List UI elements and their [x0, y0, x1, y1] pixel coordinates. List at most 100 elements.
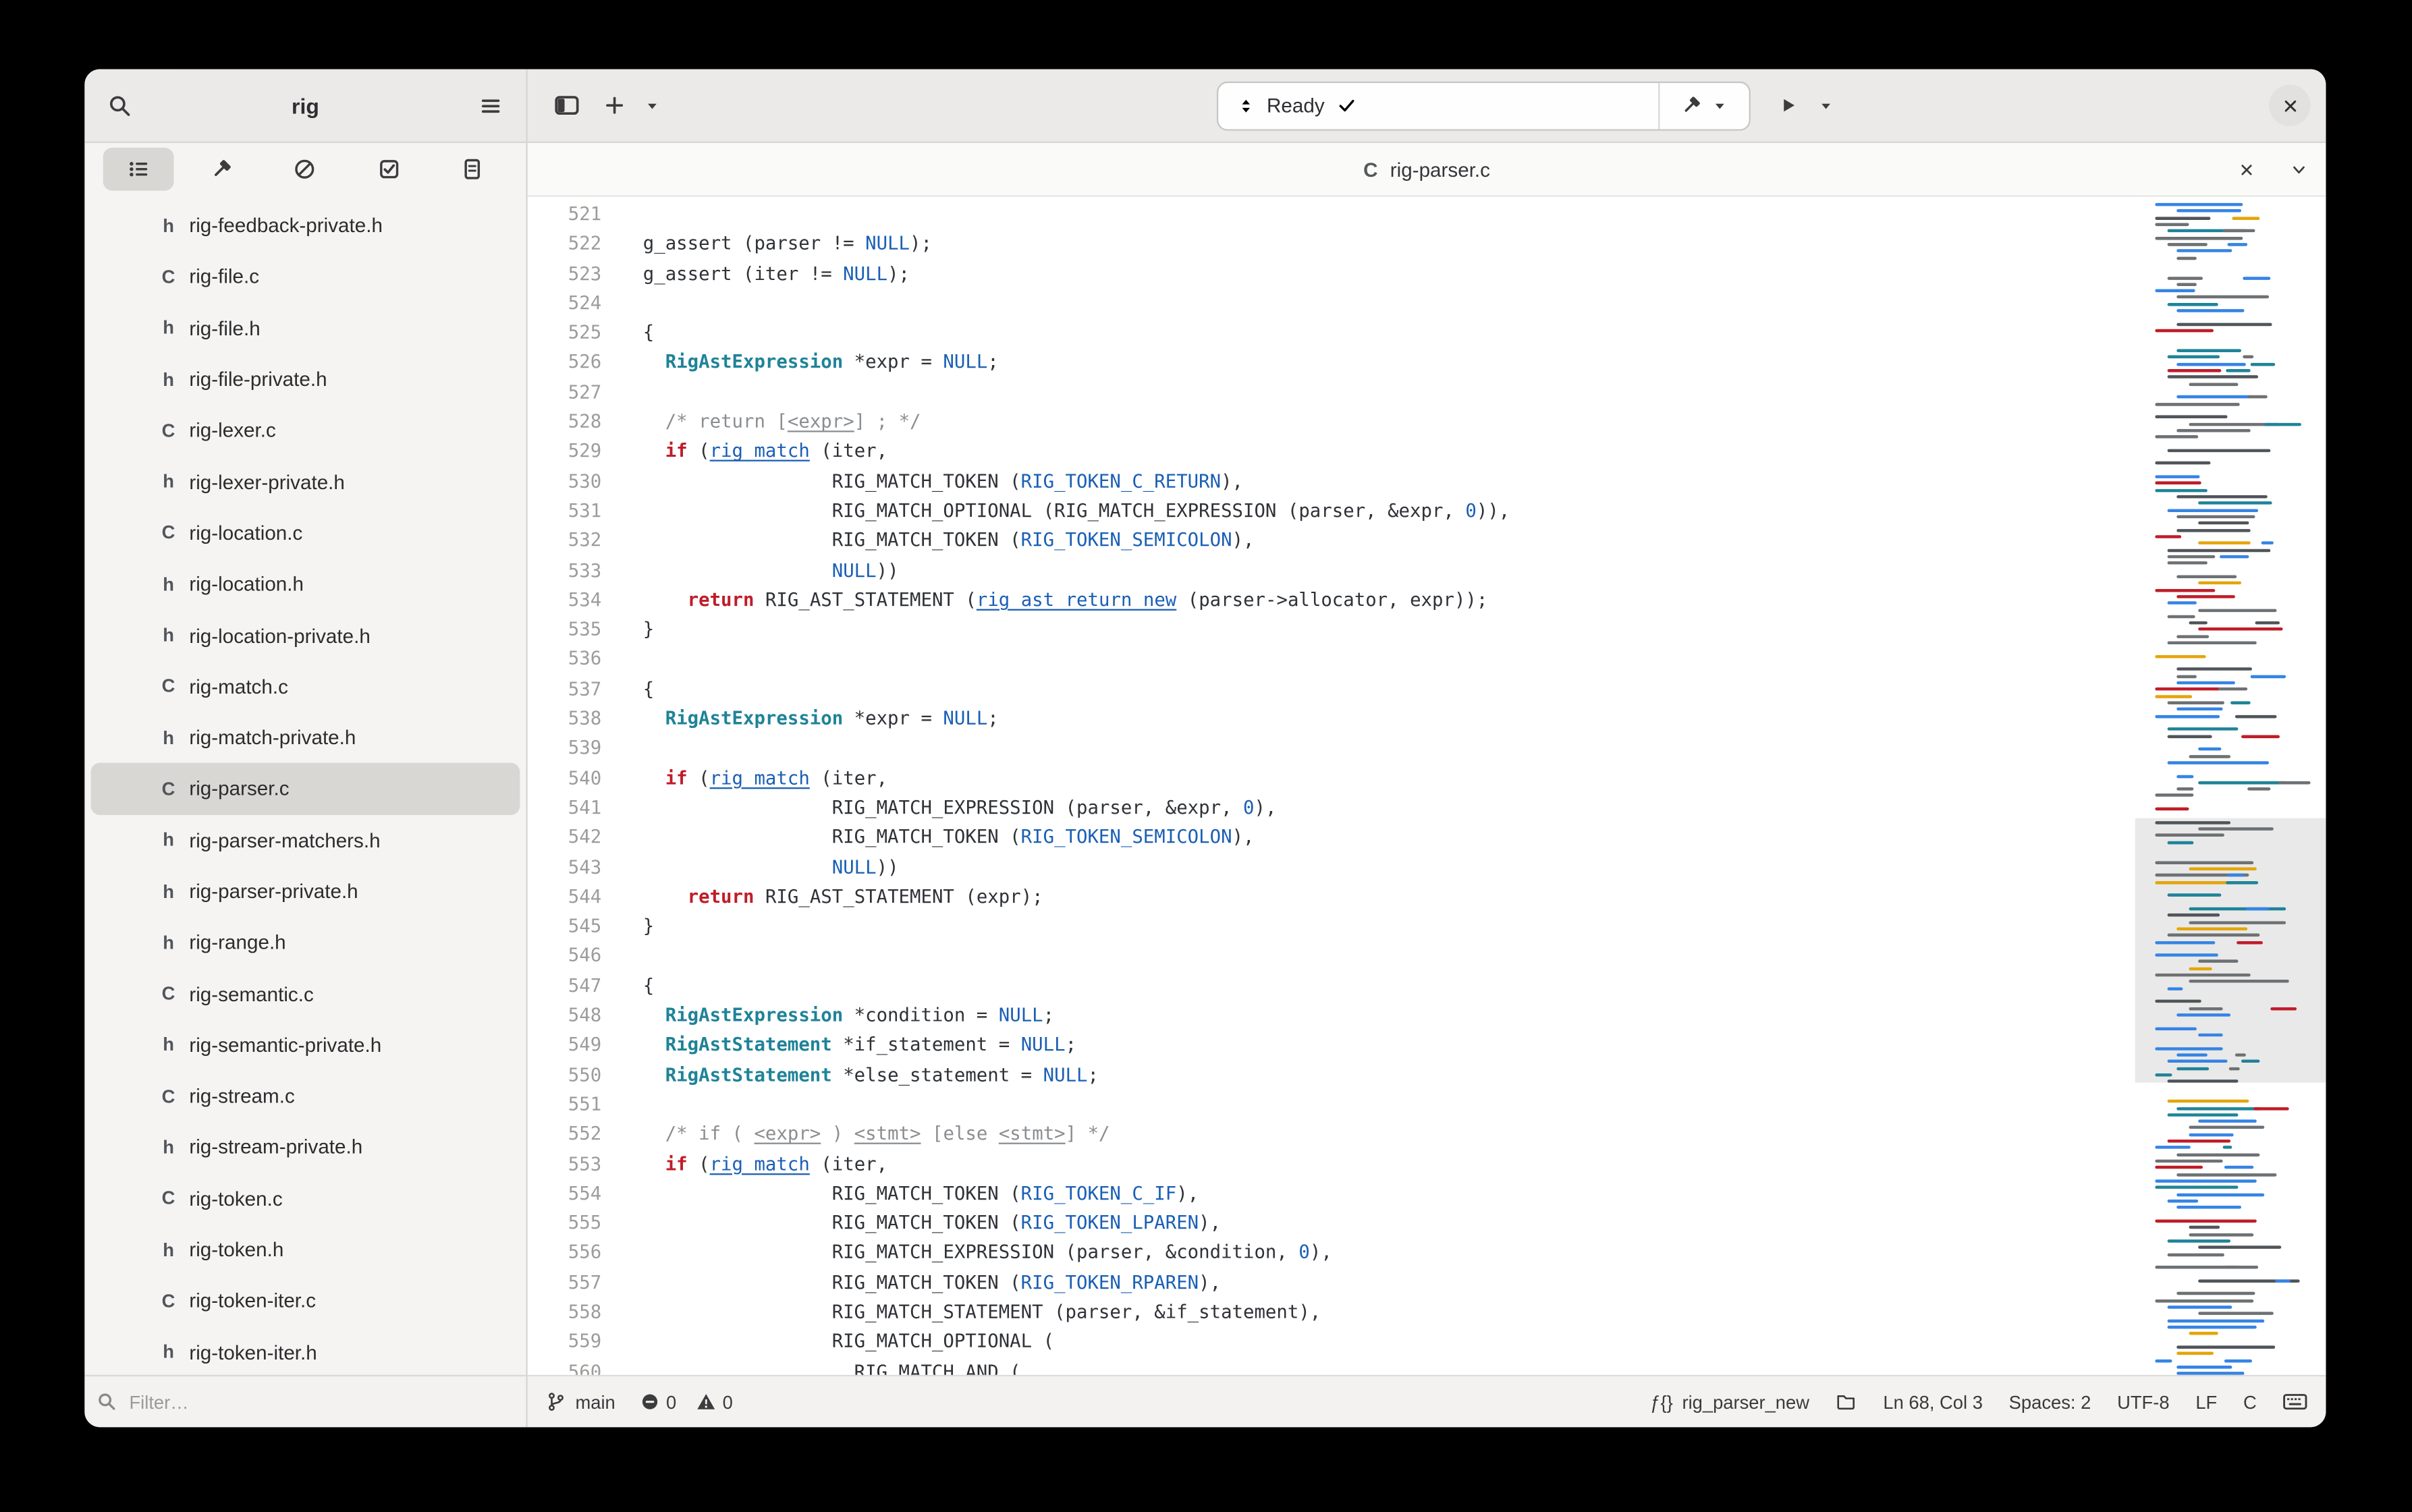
- tab-list-button[interactable]: [2283, 154, 2314, 185]
- filter-input[interactable]: [126, 1389, 514, 1414]
- file-item[interactable]: h rig-feedback-private.h: [90, 200, 520, 251]
- code-line[interactable]: 531 RIG_MATCH_OPTIONAL (RIG_MATCH_EXPRES…: [528, 497, 2126, 526]
- code-line[interactable]: 537 {: [528, 675, 2126, 704]
- file-item[interactable]: h rig-lexer-private.h: [90, 456, 520, 507]
- view-build-button[interactable]: [187, 148, 258, 191]
- code-line[interactable]: 532 RIG_MATCH_TOKEN (RIG_TOKEN_SEMICOLON…: [528, 526, 2126, 556]
- code-line[interactable]: 549 RigAstStatement *if_statement = NULL…: [528, 1031, 2126, 1061]
- code-line[interactable]: 522 g_assert (parser != NULL);: [528, 229, 2126, 259]
- warnings-button[interactable]: 0: [695, 1391, 733, 1413]
- code-line[interactable]: 557 RIG_MATCH_TOKEN (RIG_TOKEN_RPAREN),: [528, 1268, 2126, 1298]
- code-line[interactable]: 543 NULL)): [528, 853, 2126, 883]
- file-item[interactable]: h rig-file.h: [90, 302, 520, 354]
- code-line[interactable]: 528 /* return [<expr>] ; */: [528, 408, 2126, 437]
- code-line[interactable]: 524: [528, 289, 2126, 318]
- code-line[interactable]: 548 RigAstExpression *condition = NULL;: [528, 1001, 2126, 1031]
- encoding-button[interactable]: UTF-8: [2117, 1391, 2169, 1413]
- code-line[interactable]: 535}: [528, 615, 2126, 645]
- toggle-sidebar-button[interactable]: [543, 82, 589, 128]
- search-button[interactable]: [97, 82, 143, 128]
- code-line[interactable]: 533 NULL)): [528, 556, 2126, 586]
- file-item[interactable]: Crig-semantic.c: [90, 968, 520, 1019]
- build-status-button[interactable]: Ready: [1217, 94, 1657, 117]
- code-line[interactable]: 539: [528, 734, 2126, 764]
- code-line[interactable]: 560 RIG_MATCH_AND (: [528, 1357, 2126, 1374]
- view-diagnostics-button[interactable]: [270, 148, 341, 191]
- errors-button[interactable]: 0: [640, 1391, 676, 1413]
- code-line[interactable]: 556 RIG_MATCH_EXPRESSION (parser, &condi…: [528, 1239, 2126, 1268]
- minimap[interactable]: [2135, 196, 2326, 1375]
- line-ending-button[interactable]: LF: [2195, 1391, 2217, 1413]
- file-item[interactable]: h rig-parser-matchers.h: [90, 814, 520, 866]
- file-list: h rig-feedback-private.h Crig-file.c h rig-f…: [84, 195, 526, 1374]
- code-line[interactable]: 538 RigAstExpression *expr = NULL;: [528, 704, 2126, 734]
- git-branch-button[interactable]: main: [546, 1391, 615, 1413]
- code-line[interactable]: 530 RIG_MATCH_TOKEN (RIG_TOKEN_C_RETURN)…: [528, 467, 2126, 497]
- project-folder-button[interactable]: [1836, 1392, 1857, 1412]
- code-line[interactable]: 546: [528, 942, 2126, 972]
- code-line[interactable]: 521: [528, 200, 2126, 229]
- code-line[interactable]: 559 RIG_MATCH_OPTIONAL (: [528, 1328, 2126, 1357]
- run-menu-button[interactable]: [1811, 82, 1839, 128]
- menu-button[interactable]: [468, 82, 514, 128]
- code-line[interactable]: 550 RigAstStatement *else_statement = NU…: [528, 1061, 2126, 1090]
- code-text: g_assert (iter != NULL);: [642, 262, 910, 284]
- code-line[interactable]: 555 RIG_MATCH_TOKEN (RIG_TOKEN_LPAREN),: [528, 1209, 2126, 1239]
- file-item[interactable]: Crig-file.c: [90, 251, 520, 302]
- new-tab-menu-button[interactable]: [638, 82, 666, 128]
- code-line[interactable]: 526 RigAstExpression *expr = NULL;: [528, 348, 2126, 378]
- file-item[interactable]: Crig-token.c: [90, 1173, 520, 1224]
- view-outline-button[interactable]: [103, 147, 174, 191]
- code-line[interactable]: 527: [528, 378, 2126, 408]
- code-line[interactable]: 554 RIG_MATCH_TOKEN (RIG_TOKEN_C_IF),: [528, 1179, 2126, 1209]
- tab-close-button[interactable]: [2230, 154, 2262, 185]
- cursor-position-button[interactable]: Ln 68, Col 3: [1883, 1391, 1983, 1413]
- run-button[interactable]: [1768, 82, 1808, 128]
- code-line[interactable]: 536: [528, 645, 2126, 675]
- file-item[interactable]: Crig-match.c: [90, 661, 520, 712]
- file-item[interactable]: h rig-location.h: [90, 559, 520, 610]
- indentation-button[interactable]: Spaces: 2: [2009, 1391, 2091, 1413]
- code-line[interactable]: 541 RIG_MATCH_EXPRESSION (parser, &expr,…: [528, 793, 2126, 823]
- code-line[interactable]: 542 RIG_MATCH_TOKEN (RIG_TOKEN_SEMICOLON…: [528, 823, 2126, 853]
- file-item[interactable]: h rig-parser-private.h: [90, 866, 520, 917]
- file-item[interactable]: h rig-location-private.h: [90, 609, 520, 661]
- current-function-button[interactable]: ƒ{} rig_parser_new: [1650, 1391, 1809, 1413]
- code-editor[interactable]: 521 522 g_assert (parser != NULL); 523 g_ass…: [527, 196, 2326, 1375]
- new-tab-button[interactable]: [595, 82, 632, 128]
- keyboard-button[interactable]: [2283, 1392, 2307, 1412]
- file-item[interactable]: h rig-token.h: [90, 1224, 520, 1275]
- code-line[interactable]: 529 if (rig_match (iter,: [528, 437, 2126, 467]
- window-close-button[interactable]: [2269, 84, 2311, 126]
- minimap-viewport[interactable]: [2135, 818, 2326, 1083]
- tab-rig-parser[interactable]: C rig-parser.c: [1363, 158, 1490, 181]
- language-button[interactable]: C: [2243, 1391, 2257, 1413]
- file-item[interactable]: h rig-semantic-private.h: [90, 1019, 520, 1071]
- line-number: 527: [568, 381, 602, 403]
- code-line[interactable]: 544 return RIG_AST_STATEMENT (expr);: [528, 883, 2126, 912]
- file-item[interactable]: h rig-token-iter.h: [90, 1326, 520, 1375]
- code-line[interactable]: 551: [528, 1090, 2126, 1120]
- view-tests-button[interactable]: [353, 148, 424, 191]
- file-item[interactable]: h rig-stream-private.h: [90, 1121, 520, 1173]
- run-group: [1768, 82, 1839, 128]
- file-item[interactable]: h rig-match-private.h: [90, 712, 520, 763]
- file-item[interactable]: h rig-range.h: [90, 917, 520, 968]
- code-line[interactable]: 547 {: [528, 972, 2126, 1001]
- code-line[interactable]: 558 RIG_MATCH_STATEMENT (parser, &if_sta…: [528, 1298, 2126, 1328]
- code-line[interactable]: 540 if (rig_match (iter,: [528, 764, 2126, 793]
- code-line[interactable]: 525 {: [528, 318, 2126, 348]
- file-item[interactable]: Crig-location.c: [90, 507, 520, 559]
- code-line[interactable]: 552 /* if ( <expr> ) <stmt> [else <stmt>…: [528, 1120, 2126, 1150]
- file-item[interactable]: Crig-parser.c: [90, 763, 520, 815]
- code-line[interactable]: 523 g_assert (iter != NULL);: [528, 259, 2126, 289]
- file-item[interactable]: Crig-lexer.c: [90, 405, 520, 456]
- code-line[interactable]: 545}: [528, 912, 2126, 942]
- code-line[interactable]: 534 return RIG_AST_STATEMENT (rig_ast_re…: [528, 586, 2126, 615]
- file-item[interactable]: Crig-token-iter.c: [90, 1275, 520, 1326]
- run-config-button[interactable]: [1659, 82, 1748, 128]
- view-documentation-button[interactable]: [437, 148, 508, 191]
- file-item[interactable]: Crig-stream.c: [90, 1071, 520, 1122]
- code-line[interactable]: 553 if (rig_match (iter,: [528, 1150, 2126, 1179]
- file-item[interactable]: h rig-file-private.h: [90, 354, 520, 405]
